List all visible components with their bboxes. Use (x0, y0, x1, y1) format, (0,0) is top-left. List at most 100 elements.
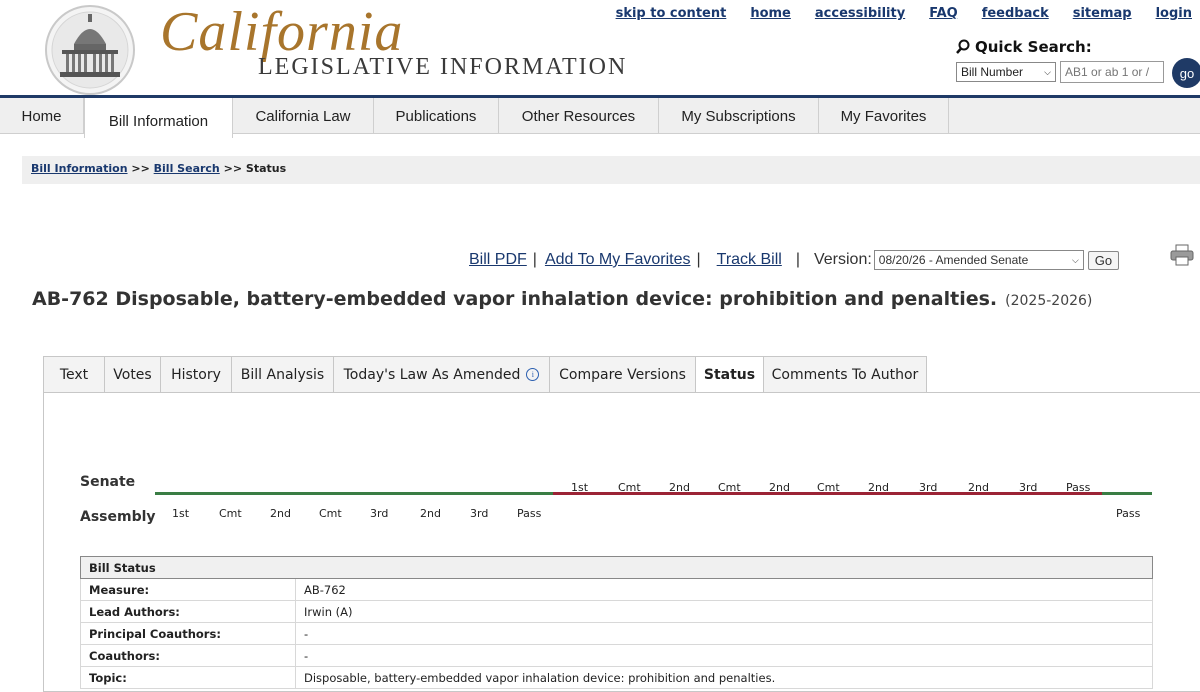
breadcrumb-current: Status (245, 162, 287, 175)
top-links: skip to content home accessibility FAQ f… (616, 6, 1192, 21)
senate-step: 2nd (669, 481, 690, 494)
skip-to-content-link[interactable]: skip to content (616, 6, 727, 21)
table-key: Measure: (80, 578, 296, 601)
tab-status[interactable]: Status (696, 356, 764, 393)
senate-step: Cmt (618, 481, 641, 494)
senate-step: 1st (571, 481, 589, 494)
timeline-final-line (1102, 492, 1152, 495)
breadcrumb-bill-search[interactable]: Bill Search (154, 162, 220, 175)
breadcrumb-bill-information[interactable]: Bill Information (31, 162, 128, 175)
senate-step: 2nd (968, 481, 989, 494)
senate-step: Cmt (718, 481, 741, 494)
bill-status-header: Bill Status (80, 556, 1153, 579)
nav-tab-my-favorites[interactable]: My Favorites (819, 98, 949, 134)
quick-search-select-value: Bill Number (961, 65, 1024, 79)
version-label: Version: (813, 251, 872, 268)
accessibility-link[interactable]: accessibility (815, 6, 905, 21)
assembly-step: Pass (517, 507, 542, 520)
bill-title-text: AB-762 Disposable, battery-embedded vapo… (32, 288, 998, 310)
actions-separator: | (795, 251, 800, 268)
senate-label: Senate (80, 474, 136, 490)
table-header-row: Bill Status (80, 556, 1153, 579)
table-value: AB-762 (295, 578, 1153, 601)
assembly-step: 3rd (370, 507, 389, 520)
senate-step: 2nd (868, 481, 889, 494)
bill-actions: Bill PDF | Add To My Favorites | Track B… (469, 250, 1120, 270)
table-row: Measure: AB-762 (80, 578, 1153, 601)
senate-step: Cmt (817, 481, 840, 494)
senate-step: Pass (1066, 481, 1091, 494)
quick-search-label: Quick Search: (955, 38, 1092, 56)
assembly-step: 1st (172, 507, 190, 520)
login-link[interactable]: login (1156, 6, 1192, 21)
bill-status-table: Bill Status Measure: AB-762 Lead Authors… (80, 556, 1153, 689)
senate-step: 3rd (919, 481, 938, 494)
assembly-label: Assembly (80, 509, 156, 525)
quick-search-label-text: Quick Search: (975, 38, 1092, 56)
add-to-favorites-link[interactable]: Add To My Favorites (545, 251, 691, 269)
table-row: Topic: Disposable, battery-embedded vapo… (80, 666, 1153, 689)
faq-link[interactable]: FAQ (929, 6, 958, 21)
nav-tab-publications[interactable]: Publications (374, 98, 499, 134)
table-value: Irwin (A) (295, 600, 1153, 623)
version-select[interactable]: 08/20/26 - Amended Senate ⌵ (873, 250, 1084, 270)
sitemap-link[interactable]: sitemap (1073, 6, 1132, 21)
assembly-step: Cmt (319, 507, 342, 520)
bill-pdf-link[interactable]: Bill PDF (469, 251, 527, 269)
actions-separator: | (696, 251, 701, 268)
table-value: - (295, 622, 1153, 645)
version-go-button[interactable]: Go (1087, 250, 1120, 270)
nav-tab-home[interactable]: Home (0, 98, 84, 134)
tab-comments-to-author[interactable]: Comments To Author (764, 356, 927, 393)
breadcrumb-separator: >> (131, 162, 150, 175)
tab-todays-law-label: Today's Law As Amended (343, 366, 521, 383)
printer-icon[interactable] (1170, 244, 1194, 266)
nav-tab-my-subscriptions[interactable]: My Subscriptions (659, 98, 819, 134)
breadcrumb: Bill Information >> Bill Search >> Statu… (31, 162, 286, 175)
table-key: Lead Authors: (80, 600, 296, 623)
timeline-completed-line (155, 492, 553, 495)
senate-step: 2nd (769, 481, 790, 494)
chevron-down-icon: ⌵ (1044, 66, 1051, 77)
table-key: Topic: (80, 666, 296, 689)
home-link[interactable]: home (750, 6, 791, 21)
quick-search-type-select[interactable]: Bill Number ⌵ (956, 62, 1056, 82)
breadcrumb-separator: >> (223, 162, 243, 175)
tab-history[interactable]: History (161, 356, 232, 393)
bill-session: (2025-2026) (1005, 293, 1093, 309)
capitol-seal-logo[interactable] (44, 4, 136, 96)
assembly-step: Cmt (219, 507, 242, 520)
table-key: Coauthors: (80, 644, 296, 667)
quick-search-input[interactable] (1060, 61, 1164, 83)
table-row: Lead Authors: Irwin (A) (80, 600, 1153, 623)
table-row: Coauthors: - (80, 644, 1153, 667)
bill-title: AB-762 Disposable, battery-embedded vapo… (32, 288, 1092, 310)
track-bill-link[interactable]: Track Bill (717, 251, 782, 269)
content-tabs: Text Votes History Bill Analysis Today's… (43, 356, 927, 393)
assembly-step: 2nd (270, 507, 291, 520)
search-icon (956, 39, 970, 54)
version-select-value: 08/20/26 - Amended Senate (878, 253, 1029, 267)
nav-tab-bill-information[interactable]: Bill Information (84, 98, 233, 138)
assembly-step: 2nd (420, 507, 441, 520)
tab-todays-law-as-amended[interactable]: Today's Law As Amended i (334, 356, 550, 393)
nav-tab-other-resources[interactable]: Other Resources (499, 98, 659, 134)
tab-text[interactable]: Text (43, 356, 105, 393)
final-step: Pass (1116, 507, 1141, 520)
info-icon[interactable]: i (526, 368, 540, 381)
logo-subtitle: LEGISLATIVE INFORMATION (258, 54, 628, 80)
chevron-down-icon: ⌵ (1071, 254, 1079, 265)
table-value: Disposable, battery-embedded vapor inhal… (295, 666, 1153, 689)
senate-step: 3rd (1019, 481, 1038, 494)
tab-bill-analysis[interactable]: Bill Analysis (232, 356, 334, 393)
quick-search-go-button[interactable]: go (1172, 58, 1200, 88)
table-row: Principal Coauthors: - (80, 622, 1153, 645)
table-value: - (295, 644, 1153, 667)
tab-compare-versions[interactable]: Compare Versions (550, 356, 696, 393)
feedback-link[interactable]: feedback (982, 6, 1049, 21)
actions-separator: | (532, 251, 537, 268)
assembly-step: 3rd (470, 507, 489, 520)
nav-tab-california-law[interactable]: California Law (233, 98, 374, 134)
tab-votes[interactable]: Votes (105, 356, 161, 393)
table-key: Principal Coauthors: (80, 622, 296, 645)
